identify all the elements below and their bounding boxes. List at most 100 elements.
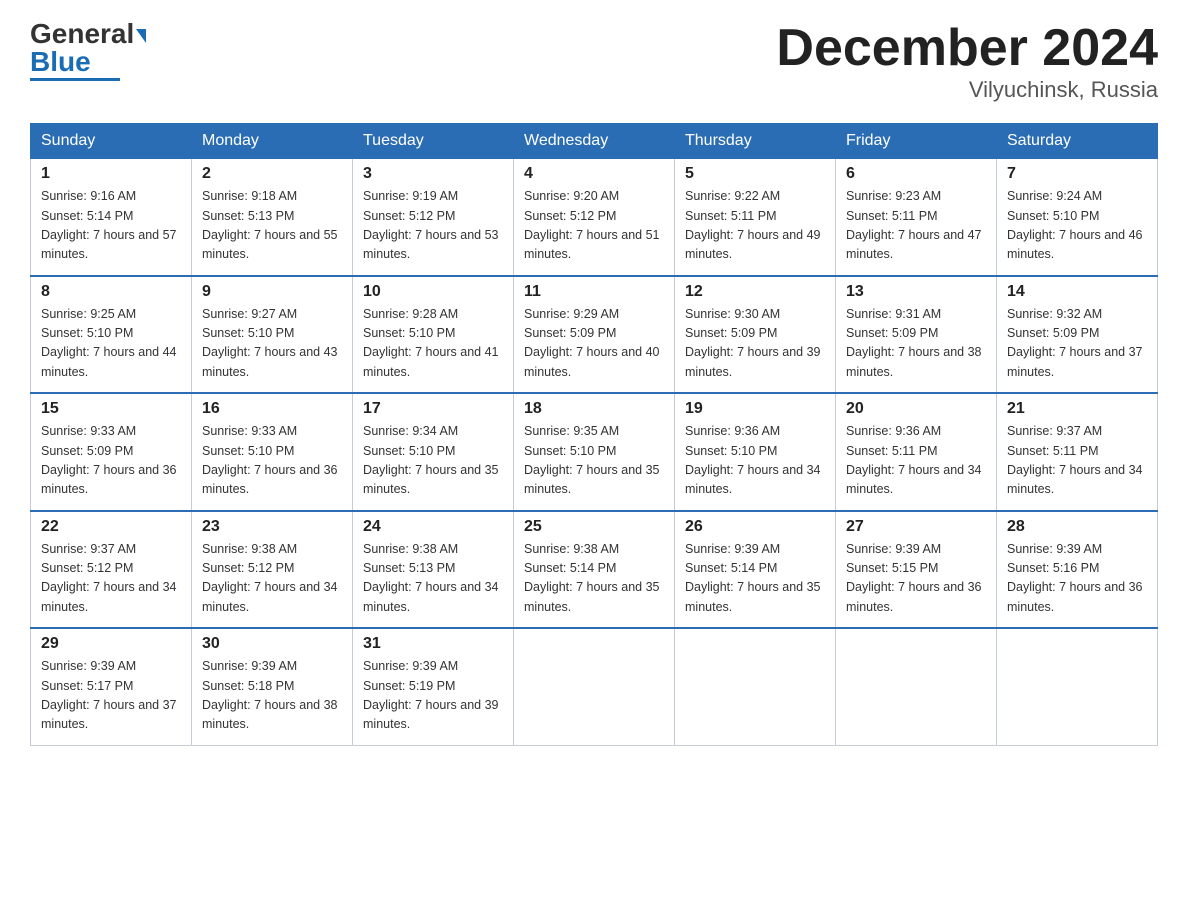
day-cell: 8 Sunrise: 9:25 AMSunset: 5:10 PMDaylight… xyxy=(31,276,192,394)
day-number: 24 xyxy=(363,518,503,536)
day-number: 30 xyxy=(202,635,342,653)
day-info: Sunrise: 9:23 AMSunset: 5:11 PMDaylight:… xyxy=(846,187,986,265)
day-info: Sunrise: 9:39 AMSunset: 5:19 PMDaylight:… xyxy=(363,657,503,735)
day-number: 13 xyxy=(846,283,986,301)
logo-underline xyxy=(30,78,120,81)
day-info: Sunrise: 9:29 AMSunset: 5:09 PMDaylight:… xyxy=(524,305,664,383)
day-cell: 16Sunrise: 9:33 AMSunset: 5:10 PMDayligh… xyxy=(192,393,353,511)
day-cell: 1 Sunrise: 9:16 AMSunset: 5:14 PMDaylight… xyxy=(31,159,192,276)
calendar-subtitle: Vilyuchinsk, Russia xyxy=(776,77,1158,103)
day-cell: 30Sunrise: 9:39 AMSunset: 5:18 PMDayligh… xyxy=(192,628,353,745)
day-info: Sunrise: 9:35 AMSunset: 5:10 PMDaylight:… xyxy=(524,422,664,500)
day-info: Sunrise: 9:31 AMSunset: 5:09 PMDaylight:… xyxy=(846,305,986,383)
day-info: Sunrise: 9:37 AMSunset: 5:11 PMDaylight:… xyxy=(1007,422,1147,500)
day-info: Sunrise: 9:27 AMSunset: 5:10 PMDaylight:… xyxy=(202,305,342,383)
day-number: 15 xyxy=(41,400,181,418)
day-cell: 20 Sunrise: 9:36 AMSunset: 5:11 PMDayligh… xyxy=(836,393,997,511)
day-number: 14 xyxy=(1007,283,1147,301)
day-info: Sunrise: 9:38 AMSunset: 5:13 PMDaylight:… xyxy=(363,540,503,618)
day-number: 11 xyxy=(524,283,664,301)
day-number: 17 xyxy=(363,400,503,418)
day-info: Sunrise: 9:34 AMSunset: 5:10 PMDaylight:… xyxy=(363,422,503,500)
day-cell: 21 Sunrise: 9:37 AMSunset: 5:11 PMDayligh… xyxy=(997,393,1158,511)
day-cell: 22 Sunrise: 9:37 AMSunset: 5:12 PMDayligh… xyxy=(31,511,192,629)
day-number: 29 xyxy=(41,635,181,653)
day-number: 10 xyxy=(363,283,503,301)
day-cell: 12Sunrise: 9:30 AMSunset: 5:09 PMDayligh… xyxy=(675,276,836,394)
day-cell: 31 Sunrise: 9:39 AMSunset: 5:19 PMDayligh… xyxy=(353,628,514,745)
logo: GeneralBlue xyxy=(30,20,146,81)
day-info: Sunrise: 9:19 AMSunset: 5:12 PMDaylight:… xyxy=(363,187,503,265)
day-info: Sunrise: 9:25 AMSunset: 5:10 PMDaylight:… xyxy=(41,305,181,383)
day-number: 4 xyxy=(524,165,664,183)
weekday-tuesday: Tuesday xyxy=(353,124,514,159)
day-cell xyxy=(675,628,836,745)
week-row-2: 8 Sunrise: 9:25 AMSunset: 5:10 PMDaylight… xyxy=(31,276,1158,394)
weekday-header-row: SundayMondayTuesdayWednesdayThursdayFrid… xyxy=(31,124,1158,159)
day-info: Sunrise: 9:36 AMSunset: 5:11 PMDaylight:… xyxy=(846,422,986,500)
day-number: 21 xyxy=(1007,400,1147,418)
day-info: Sunrise: 9:18 AMSunset: 5:13 PMDaylight:… xyxy=(202,187,342,265)
day-cell: 13 Sunrise: 9:31 AMSunset: 5:09 PMDayligh… xyxy=(836,276,997,394)
day-info: Sunrise: 9:33 AMSunset: 5:09 PMDaylight:… xyxy=(41,422,181,500)
day-cell: 4 Sunrise: 9:20 AMSunset: 5:12 PMDaylight… xyxy=(514,159,675,276)
day-number: 28 xyxy=(1007,518,1147,536)
day-info: Sunrise: 9:28 AMSunset: 5:10 PMDaylight:… xyxy=(363,305,503,383)
day-info: Sunrise: 9:38 AMSunset: 5:14 PMDaylight:… xyxy=(524,540,664,618)
day-info: Sunrise: 9:39 AMSunset: 5:15 PMDaylight:… xyxy=(846,540,986,618)
day-number: 27 xyxy=(846,518,986,536)
day-info: Sunrise: 9:38 AMSunset: 5:12 PMDaylight:… xyxy=(202,540,342,618)
day-number: 19 xyxy=(685,400,825,418)
day-info: Sunrise: 9:20 AMSunset: 5:12 PMDaylight:… xyxy=(524,187,664,265)
day-cell: 11 Sunrise: 9:29 AMSunset: 5:09 PMDayligh… xyxy=(514,276,675,394)
day-cell: 18 Sunrise: 9:35 AMSunset: 5:10 PMDayligh… xyxy=(514,393,675,511)
day-number: 9 xyxy=(202,283,342,301)
day-cell: 3 Sunrise: 9:19 AMSunset: 5:12 PMDaylight… xyxy=(353,159,514,276)
day-cell: 17 Sunrise: 9:34 AMSunset: 5:10 PMDayligh… xyxy=(353,393,514,511)
day-cell: 10 Sunrise: 9:28 AMSunset: 5:10 PMDayligh… xyxy=(353,276,514,394)
day-cell: 29 Sunrise: 9:39 AMSunset: 5:17 PMDayligh… xyxy=(31,628,192,745)
day-cell: 25 Sunrise: 9:38 AMSunset: 5:14 PMDayligh… xyxy=(514,511,675,629)
day-number: 22 xyxy=(41,518,181,536)
day-cell: 19 Sunrise: 9:36 AMSunset: 5:10 PMDayligh… xyxy=(675,393,836,511)
logo-triangle-icon xyxy=(136,29,146,43)
logo-blue-text: Blue xyxy=(30,46,91,77)
day-number: 3 xyxy=(363,165,503,183)
day-number: 6 xyxy=(846,165,986,183)
weekday-friday: Friday xyxy=(836,124,997,159)
day-info: Sunrise: 9:32 AMSunset: 5:09 PMDaylight:… xyxy=(1007,305,1147,383)
page-header: GeneralBlue December 2024 Vilyuchinsk, R… xyxy=(30,20,1158,103)
day-number: 8 xyxy=(41,283,181,301)
day-info: Sunrise: 9:37 AMSunset: 5:12 PMDaylight:… xyxy=(41,540,181,618)
day-cell: 24 Sunrise: 9:38 AMSunset: 5:13 PMDayligh… xyxy=(353,511,514,629)
day-number: 1 xyxy=(41,165,181,183)
day-number: 25 xyxy=(524,518,664,536)
day-cell: 27 Sunrise: 9:39 AMSunset: 5:15 PMDayligh… xyxy=(836,511,997,629)
day-info: Sunrise: 9:30 AMSunset: 5:09 PMDaylight:… xyxy=(685,305,825,383)
day-cell: 26Sunrise: 9:39 AMSunset: 5:14 PMDayligh… xyxy=(675,511,836,629)
day-number: 31 xyxy=(363,635,503,653)
day-number: 23 xyxy=(202,518,342,536)
weekday-sunday: Sunday xyxy=(31,124,192,159)
day-cell: 9 Sunrise: 9:27 AMSunset: 5:10 PMDaylight… xyxy=(192,276,353,394)
weekday-saturday: Saturday xyxy=(997,124,1158,159)
week-row-5: 29 Sunrise: 9:39 AMSunset: 5:17 PMDayligh… xyxy=(31,628,1158,745)
week-row-3: 15 Sunrise: 9:33 AMSunset: 5:09 PMDayligh… xyxy=(31,393,1158,511)
day-info: Sunrise: 9:16 AMSunset: 5:14 PMDaylight:… xyxy=(41,187,181,265)
title-block: December 2024 Vilyuchinsk, Russia xyxy=(776,20,1158,103)
day-cell xyxy=(836,628,997,745)
day-cell: 28Sunrise: 9:39 AMSunset: 5:16 PMDayligh… xyxy=(997,511,1158,629)
day-info: Sunrise: 9:36 AMSunset: 5:10 PMDaylight:… xyxy=(685,422,825,500)
day-cell: 5Sunrise: 9:22 AMSunset: 5:11 PMDaylight… xyxy=(675,159,836,276)
day-cell: 14 Sunrise: 9:32 AMSunset: 5:09 PMDayligh… xyxy=(997,276,1158,394)
day-number: 2 xyxy=(202,165,342,183)
day-cell: 6 Sunrise: 9:23 AMSunset: 5:11 PMDaylight… xyxy=(836,159,997,276)
day-info: Sunrise: 9:39 AMSunset: 5:17 PMDaylight:… xyxy=(41,657,181,735)
week-row-4: 22 Sunrise: 9:37 AMSunset: 5:12 PMDayligh… xyxy=(31,511,1158,629)
day-number: 16 xyxy=(202,400,342,418)
day-cell: 2 Sunrise: 9:18 AMSunset: 5:13 PMDaylight… xyxy=(192,159,353,276)
day-number: 18 xyxy=(524,400,664,418)
day-info: Sunrise: 9:39 AMSunset: 5:14 PMDaylight:… xyxy=(685,540,825,618)
day-number: 20 xyxy=(846,400,986,418)
logo-text: GeneralBlue xyxy=(30,20,146,76)
